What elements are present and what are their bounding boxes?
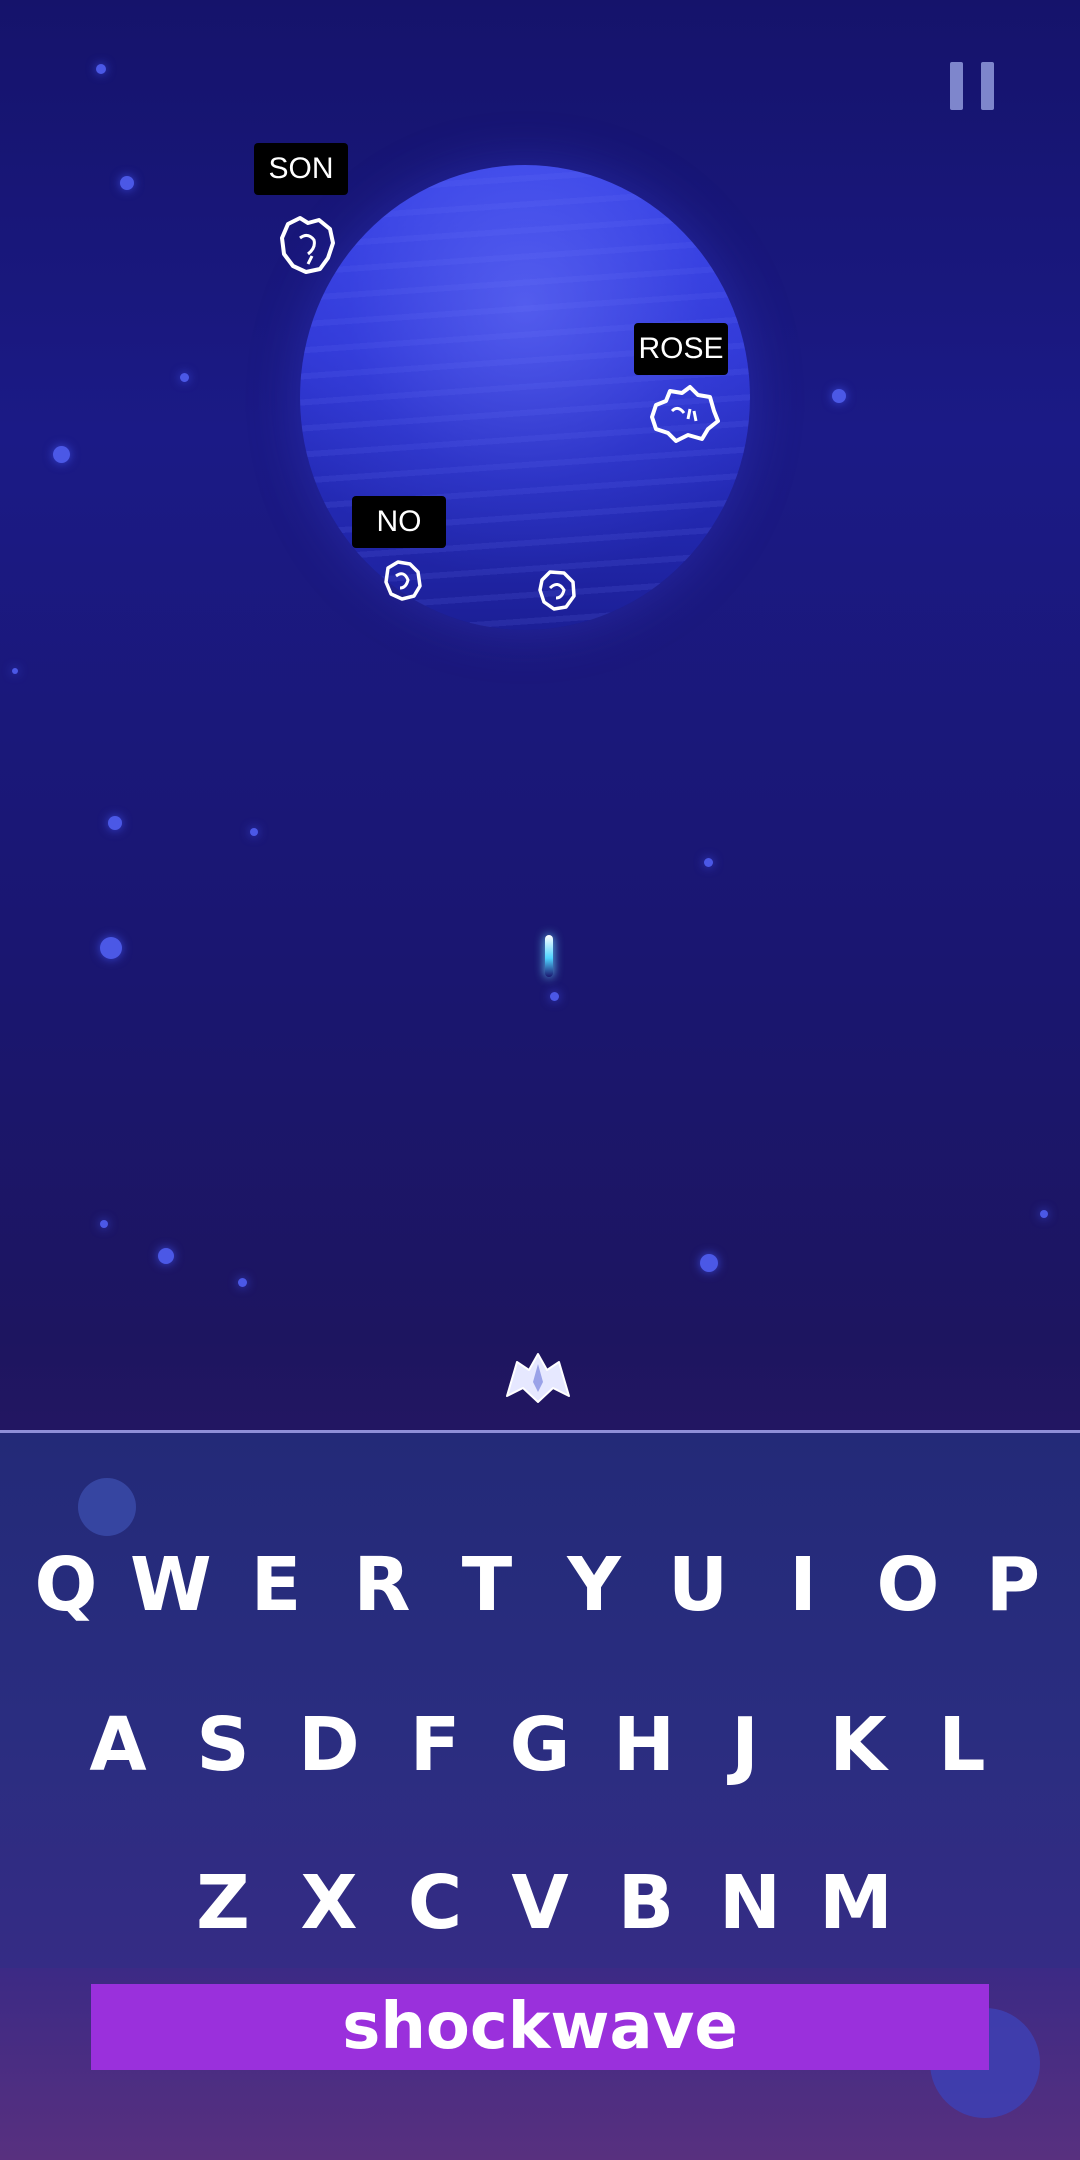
typed-word-display: shockwave (91, 1984, 989, 2070)
key-j[interactable]: J (705, 1690, 785, 1800)
key-a[interactable]: A (78, 1690, 158, 1800)
keyboard-row-3: Z X C V B N M (0, 1848, 1080, 1958)
star (53, 446, 70, 463)
asteroid-icon (384, 560, 422, 601)
laser-projectile (545, 935, 553, 977)
key-g[interactable]: G (500, 1690, 580, 1800)
key-m[interactable]: M (816, 1848, 896, 1958)
key-t[interactable]: T (447, 1530, 527, 1640)
star (100, 937, 122, 959)
star (1040, 1210, 1048, 1218)
spaceship-icon (506, 1353, 570, 1403)
key-y[interactable]: Y (554, 1530, 634, 1640)
keyboard-row-2: A S D F G H J K L (0, 1690, 1080, 1800)
star (100, 1220, 108, 1228)
key-u[interactable]: U (658, 1530, 738, 1640)
star (180, 373, 189, 382)
star (12, 668, 18, 674)
pause-bar-right (981, 62, 994, 110)
key-o[interactable]: O (868, 1530, 948, 1640)
key-i[interactable]: I (763, 1530, 843, 1640)
decorative-bubble (78, 1478, 136, 1536)
key-s[interactable]: S (183, 1690, 263, 1800)
keyboard-row-1: Q W E R T Y U I O P (0, 1530, 1080, 1640)
key-p[interactable]: P (973, 1530, 1053, 1640)
star (700, 1254, 718, 1272)
target-word-label: SON (254, 143, 348, 195)
key-b[interactable]: B (606, 1848, 686, 1958)
key-c[interactable]: C (395, 1848, 475, 1958)
asteroid-icon (650, 385, 720, 443)
asteroid-icon (538, 570, 576, 611)
star (108, 816, 122, 830)
key-k[interactable]: K (818, 1690, 898, 1800)
star (832, 389, 846, 403)
key-h[interactable]: H (604, 1690, 684, 1800)
target-word-label: ROSE (634, 323, 728, 375)
star (238, 1278, 247, 1287)
asteroid-icon (280, 216, 335, 274)
star (96, 64, 106, 74)
key-x[interactable]: X (289, 1848, 369, 1958)
star (158, 1248, 174, 1264)
key-v[interactable]: V (500, 1848, 580, 1958)
key-n[interactable]: N (710, 1848, 790, 1958)
key-q[interactable]: Q (26, 1530, 106, 1640)
pause-icon[interactable] (950, 62, 994, 110)
target-word-label: NO (352, 496, 446, 548)
star (120, 176, 134, 190)
key-d[interactable]: D (289, 1690, 369, 1800)
key-e[interactable]: E (236, 1530, 316, 1640)
key-z[interactable]: Z (183, 1848, 263, 1958)
star (550, 992, 559, 1001)
on-screen-keyboard: Q W E R T Y U I O P A S D F G H J K L Z … (0, 1430, 1080, 1968)
key-l[interactable]: L (922, 1690, 1002, 1800)
star (704, 858, 713, 867)
key-f[interactable]: F (395, 1690, 475, 1800)
pause-bar-left (950, 62, 963, 110)
key-w[interactable]: W (130, 1530, 212, 1640)
star (250, 828, 258, 836)
key-r[interactable]: R (342, 1530, 422, 1640)
